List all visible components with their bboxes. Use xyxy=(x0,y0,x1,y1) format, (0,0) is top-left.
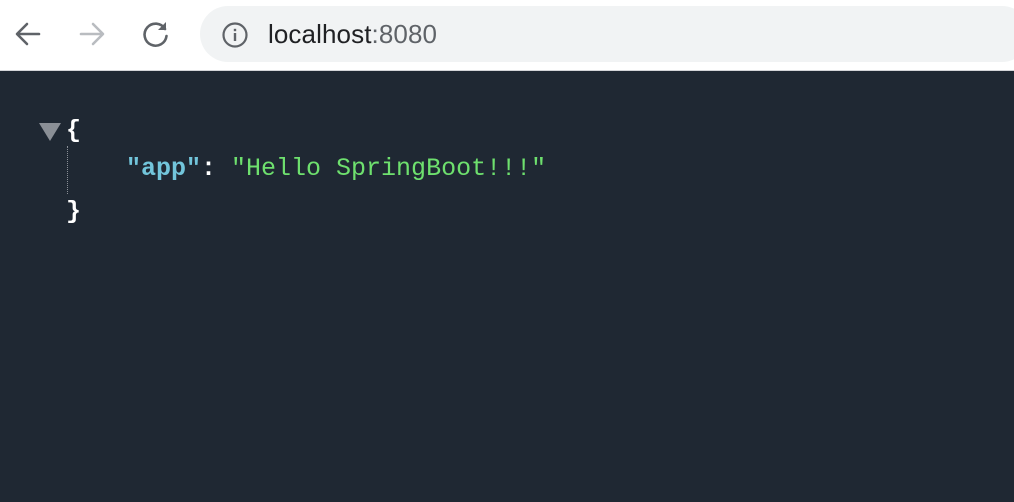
json-close-brace: } xyxy=(66,197,82,226)
arrow-right-icon xyxy=(79,22,105,46)
url-port: :8080 xyxy=(371,19,438,49)
reload-button[interactable] xyxy=(134,12,178,56)
indent-guide xyxy=(67,146,68,194)
json-viewer: { "app": "Hello SpringBoot!!!" } xyxy=(0,72,1014,502)
arrow-left-icon xyxy=(15,22,41,46)
info-icon[interactable] xyxy=(221,21,249,49)
browser-toolbar: localhost:8080 xyxy=(0,0,1014,71)
reload-icon xyxy=(143,22,168,47)
url-text[interactable]: localhost:8080 xyxy=(268,6,437,62)
json-open-brace: { xyxy=(66,116,82,145)
json-colon: : xyxy=(201,154,232,183)
forward-button[interactable] xyxy=(70,12,114,56)
back-button[interactable] xyxy=(6,12,50,56)
url-host: localhost xyxy=(268,19,372,49)
triangle-down-icon[interactable] xyxy=(38,122,62,142)
json-key: "app" xyxy=(126,154,202,183)
json-entry: "app": "Hello SpringBoot!!!" xyxy=(126,154,546,184)
json-value: "Hello SpringBoot!!!" xyxy=(231,154,547,183)
address-bar[interactable]: localhost:8080 xyxy=(200,6,1014,62)
